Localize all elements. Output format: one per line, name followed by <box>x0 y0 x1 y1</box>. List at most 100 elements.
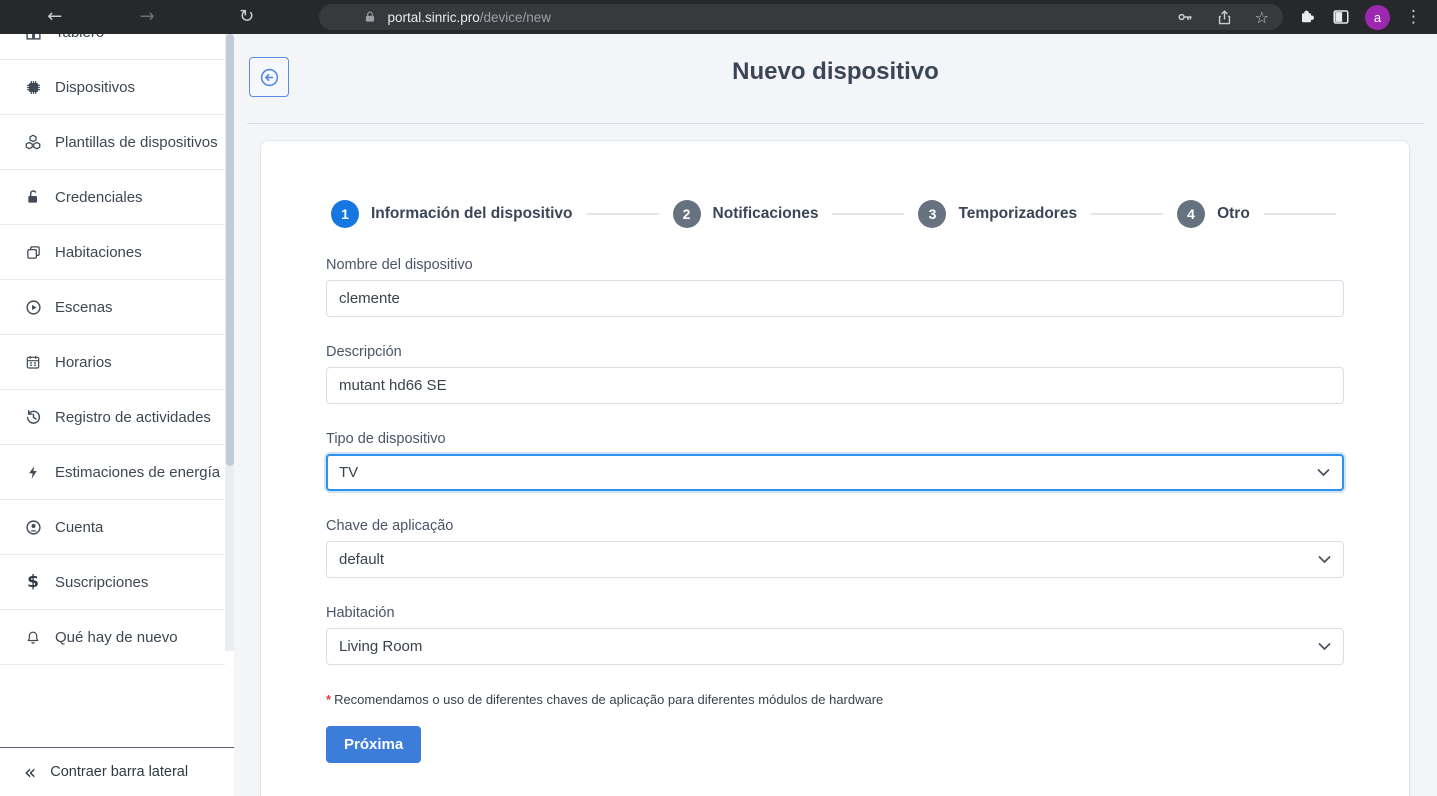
play-circle-icon <box>22 299 44 316</box>
device-type-label: Tipo de dispositivo <box>326 431 1344 447</box>
step-device-info[interactable]: 1 Información del dispositivo <box>331 200 573 228</box>
sidebar-item-horarios[interactable]: Horarios <box>0 335 225 390</box>
device-form: Nombre del dispositivo Descripción Tipo … <box>261 228 1409 763</box>
calendar-icon <box>22 354 44 370</box>
browser-toolbar: ← → ↻ portal.sinric.pro/device/new ☆ a ⋮ <box>0 0 1437 34</box>
sidebar-item-label: Cuenta <box>55 519 103 536</box>
chevron-down-icon <box>1318 555 1331 564</box>
step-connector <box>1264 213 1336 215</box>
sidebar-item-suscripciones[interactable]: $ Suscripciones <box>0 555 225 610</box>
history-icon <box>22 409 44 426</box>
required-asterisk: * <box>326 692 331 707</box>
device-name-label: Nombre del dispositivo <box>326 257 1344 273</box>
sidebar-item-label: Suscripciones <box>55 574 148 591</box>
app-key-recommendation-note: *Recomendamos o uso de diferentes chaves… <box>326 692 1344 707</box>
sidebar-item-label: Dispositivos <box>55 79 135 96</box>
sidebar-item-cuenta[interactable]: Cuenta <box>0 500 225 555</box>
browser-reload-icon[interactable]: ↻ <box>232 0 261 34</box>
app-key-select[interactable]: default <box>326 541 1344 578</box>
step-connector <box>1091 213 1163 215</box>
collapse-label: Contraer barra lateral <box>50 764 188 780</box>
note-text: Recomendamos o uso de diferentes chaves … <box>334 692 883 707</box>
sidebar-item-registro[interactable]: Registro de actividades <box>0 390 225 445</box>
share-icon[interactable] <box>1216 9 1233 26</box>
address-bar[interactable]: portal.sinric.pro/device/new ☆ <box>319 4 1283 30</box>
sidebar-item-label: Tablero <box>55 34 104 41</box>
field-description: Descripción <box>326 344 1344 404</box>
sidebar-item-label: Horarios <box>55 354 112 371</box>
step-number-badge: 3 <box>918 200 946 228</box>
step-number-badge: 1 <box>331 200 359 228</box>
sidebar-item-credenciales[interactable]: Credenciales <box>0 170 225 225</box>
header-divider <box>247 123 1424 124</box>
sidebar-item-habitaciones[interactable]: Habitaciones <box>0 225 225 280</box>
main-content: Nuevo dispositivo 1 Información del disp… <box>234 34 1437 796</box>
step-label: Notificaciones <box>713 205 819 223</box>
step-number-badge: 2 <box>673 200 701 228</box>
chip-icon <box>22 79 44 96</box>
sidebar-item-novedades[interactable]: Qué hay de nuevo <box>0 610 225 665</box>
sidebar-item-escenas[interactable]: Escenas <box>0 280 225 335</box>
bolt-icon <box>22 464 44 481</box>
chevron-down-icon <box>1317 468 1330 477</box>
step-other[interactable]: 4 Otro <box>1177 200 1250 228</box>
sidebar-scrollbar[interactable] <box>225 34 234 651</box>
dashboard-icon <box>22 34 44 41</box>
room-label: Habitación <box>326 605 1344 621</box>
sidebar-nav-list: Tablero Dispositivos Plantillas de dispo… <box>0 34 225 665</box>
sidebar-item-label: Qué hay de nuevo <box>55 629 178 646</box>
collapse-sidebar-button[interactable]: « Contraer barra lateral <box>0 747 234 796</box>
extensions-puzzle-icon[interactable] <box>1299 8 1317 26</box>
step-label: Temporizadores <box>958 205 1077 223</box>
step-connector <box>587 213 659 215</box>
sidebar-item-dispositivos[interactable]: Dispositivos <box>0 60 225 115</box>
url-host: portal.sinric.pro <box>387 10 479 25</box>
browser-back-icon[interactable]: ← <box>40 0 69 34</box>
room-value: Living Room <box>339 638 422 655</box>
back-button[interactable] <box>249 57 289 97</box>
step-notifications[interactable]: 2 Notificaciones <box>673 200 819 228</box>
sidebar-item-label: Estimaciones de energía <box>55 464 220 481</box>
sidebar-item-label: Escenas <box>55 299 113 316</box>
description-input[interactable] <box>326 367 1344 404</box>
browser-forward-icon[interactable]: → <box>132 0 161 34</box>
browser-menu-icon[interactable]: ⋮ <box>1405 7 1422 27</box>
next-button[interactable]: Próxima <box>326 726 421 763</box>
device-type-value: TV <box>339 464 358 481</box>
user-circle-icon <box>22 519 44 536</box>
side-panel-icon[interactable] <box>1332 8 1350 26</box>
field-room: Habitación Living Room <box>326 605 1344 665</box>
sidebar-scrollbar-thumb[interactable] <box>226 34 234 466</box>
tls-lock-icon <box>363 10 377 24</box>
sidebar-item-label: Credenciales <box>55 189 143 206</box>
cubes-icon <box>22 133 44 151</box>
sidebar-item-plantillas[interactable]: Plantillas de dispositivos <box>0 115 225 170</box>
step-label: Información del dispositivo <box>371 205 573 223</box>
url-text: portal.sinric.pro/device/new <box>387 10 551 25</box>
app-key-label: Chave de aplicação <box>326 518 1344 534</box>
device-type-select[interactable]: TV <box>326 454 1344 491</box>
sidebar-item-label: Habitaciones <box>55 244 142 261</box>
unlock-icon <box>22 189 44 205</box>
page-title: Nuevo dispositivo <box>234 34 1437 86</box>
field-device-name: Nombre del dispositivo <box>326 257 1344 317</box>
bookmark-star-icon[interactable]: ☆ <box>1255 8 1269 27</box>
wizard-stepper: 1 Información del dispositivo 2 Notifica… <box>261 141 1409 228</box>
description-label: Descripción <box>326 344 1344 360</box>
sidebar-item-tablero[interactable]: Tablero <box>0 34 225 60</box>
dollar-icon: $ <box>22 574 44 591</box>
collapse-chevrons-icon: « <box>24 760 36 784</box>
password-key-icon[interactable] <box>1176 8 1194 26</box>
step-timers[interactable]: 3 Temporizadores <box>918 200 1077 228</box>
back-circle-arrow-icon <box>259 67 280 88</box>
chevron-down-icon <box>1318 642 1331 651</box>
room-select[interactable]: Living Room <box>326 628 1344 665</box>
field-device-type: Tipo de dispositivo TV <box>326 431 1344 491</box>
sidebar: Tablero Dispositivos Plantillas de dispo… <box>0 34 234 796</box>
sidebar-item-energia[interactable]: Estimaciones de energía <box>0 445 225 500</box>
device-name-input[interactable] <box>326 280 1344 317</box>
step-label: Otro <box>1217 205 1250 223</box>
page-header: Nuevo dispositivo <box>234 34 1437 124</box>
profile-avatar[interactable]: a <box>1365 5 1390 30</box>
app-key-value: default <box>339 551 384 568</box>
